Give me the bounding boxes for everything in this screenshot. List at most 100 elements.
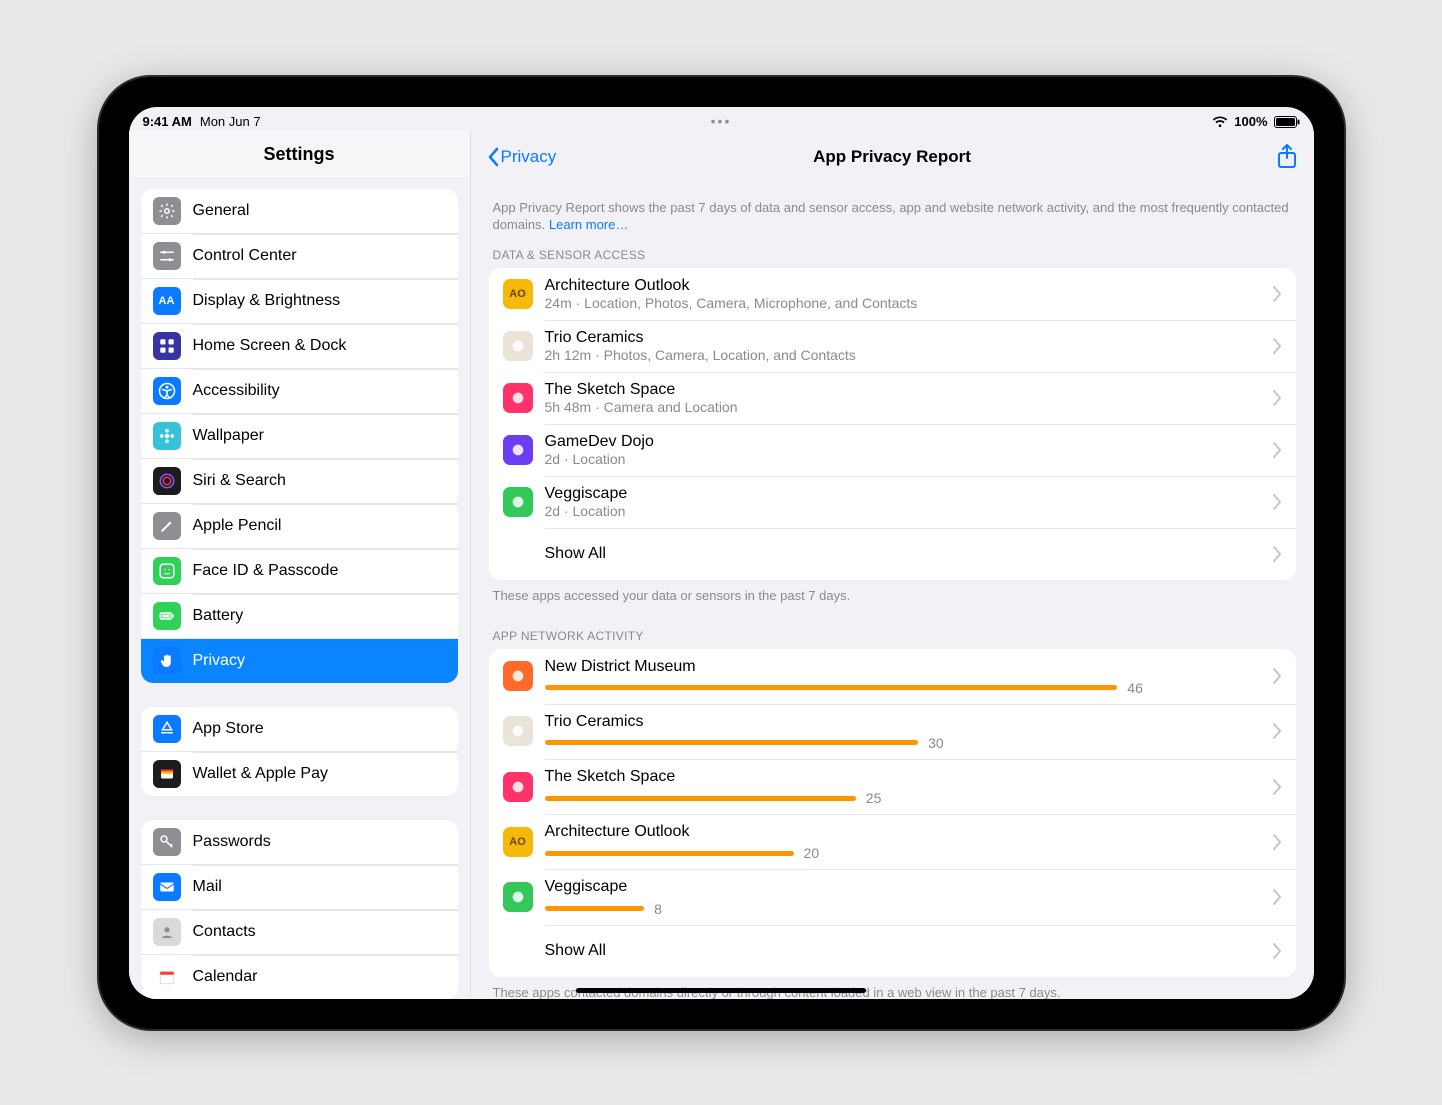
app-store-icon — [153, 715, 181, 743]
app-icon — [503, 487, 533, 517]
sidebar-item-label: Control Center — [193, 247, 446, 265]
activity-value: 25 — [866, 790, 882, 806]
sidebar-item-contacts[interactable]: Contacts — [141, 909, 458, 954]
data-sensor-row[interactable]: The Sketch Space5h 48m · Camera and Loca… — [489, 372, 1296, 424]
multitask-dots-icon[interactable]: ••• — [711, 113, 732, 129]
learn-more-link[interactable]: Learn more… — [549, 217, 628, 232]
sidebar-item-app-store[interactable]: App Store — [141, 707, 458, 751]
sidebar-item-mail[interactable]: Mail — [141, 864, 458, 909]
sidebar-title: Settings — [129, 131, 470, 179]
activity-bar — [545, 906, 645, 911]
detail-pane: Privacy App Privacy Report App Privacy R… — [471, 131, 1314, 999]
chevron-right-icon — [1273, 338, 1282, 354]
app-icon — [503, 882, 533, 912]
privacy-icon — [153, 647, 181, 675]
sidebar-item-control-center[interactable]: Control Center — [141, 233, 458, 278]
calendar-icon — [153, 963, 181, 991]
app-sub: 5h 48m · Camera and Location — [545, 399, 1261, 416]
show-all-app-network[interactable]: Show All — [489, 925, 1296, 977]
data-sensor-row[interactable]: Veggiscape2d · Location — [489, 476, 1296, 528]
sidebar-item-pencil[interactable]: Apple Pencil — [141, 503, 458, 548]
control-center-icon — [153, 242, 181, 270]
section-header-data-sensor: DATA & SENSOR ACCESS — [493, 248, 1292, 262]
app-network-row[interactable]: The Sketch Space25 — [489, 759, 1296, 814]
sidebar-item-privacy[interactable]: Privacy — [141, 638, 458, 683]
home-screen-icon — [153, 332, 181, 360]
app-network-row[interactable]: Veggiscape 8 — [489, 869, 1296, 924]
sidebar-item-calendar[interactable]: Calendar — [141, 954, 458, 999]
app-name: Veggiscape — [545, 877, 1261, 896]
sidebar-item-battery[interactable]: Battery — [141, 593, 458, 638]
sidebar-item-home-screen[interactable]: Home Screen & Dock — [141, 323, 458, 368]
app-name: Architecture Outlook — [545, 276, 1261, 295]
app-network-row[interactable]: Trio Ceramics30 — [489, 704, 1296, 759]
chevron-right-icon — [1273, 889, 1282, 905]
chevron-right-icon — [1273, 943, 1282, 959]
app-network-row[interactable]: AOArchitecture Outlook20 — [489, 814, 1296, 869]
settings-sidebar: Settings General Control Center AADisplay … — [129, 131, 471, 999]
chevron-right-icon — [1273, 668, 1282, 684]
wifi-icon — [1212, 116, 1228, 128]
activity-bar — [545, 740, 919, 745]
battery-icon — [153, 602, 181, 630]
activity-value: 8 — [654, 901, 662, 917]
share-icon — [1276, 144, 1298, 170]
show-all-data-sensor[interactable]: Show All — [489, 528, 1296, 580]
passwords-icon — [153, 828, 181, 856]
sidebar-item-faceid[interactable]: Face ID & Passcode — [141, 548, 458, 593]
sidebar-scroll[interactable]: General Control Center AADisplay & Brightn… — [129, 179, 470, 999]
app-name: Trio Ceramics — [545, 328, 1261, 347]
app-icon: AO — [503, 827, 533, 857]
chevron-right-icon — [1273, 546, 1282, 562]
app-sub: 2d · Location — [545, 503, 1261, 520]
share-button[interactable] — [1276, 144, 1298, 170]
activity-bar — [545, 685, 1118, 690]
sidebar-item-label: Contacts — [193, 923, 446, 941]
general-icon — [153, 197, 181, 225]
activity-bar — [545, 796, 856, 801]
app-name: Architecture Outlook — [545, 822, 1261, 841]
app-network-row[interactable]: New District Museum46 — [489, 649, 1296, 704]
sidebar-item-general[interactable]: General — [141, 189, 458, 233]
app-sub: 2d · Location — [545, 451, 1261, 468]
accessibility-icon — [153, 377, 181, 405]
app-name: Trio Ceramics — [545, 712, 1261, 731]
sidebar-item-accessibility[interactable]: Accessibility — [141, 368, 458, 413]
section-header-app-network: APP NETWORK ACTIVITY — [493, 629, 1292, 643]
sidebar-item-siri[interactable]: Siri & Search — [141, 458, 458, 503]
app-name: New District Museum — [545, 657, 1261, 676]
app-icon — [503, 716, 533, 746]
data-sensor-row[interactable]: AO Architecture Outlook24m · Location, Ph… — [489, 268, 1296, 320]
sidebar-item-passwords[interactable]: Passwords — [141, 820, 458, 864]
data-sensor-row[interactable]: GameDev Dojo2d · Location — [489, 424, 1296, 476]
detail-scroll[interactable]: App Privacy Report shows the past 7 days… — [471, 183, 1314, 999]
app-sub: 24m · Location, Photos, Camera, Micropho… — [545, 295, 1261, 312]
app-icon — [503, 772, 533, 802]
chevron-right-icon — [1273, 834, 1282, 850]
sidebar-item-label: Battery — [193, 607, 446, 625]
back-label: Privacy — [501, 147, 557, 167]
sidebar-item-label: Wallpaper — [193, 427, 446, 445]
sidebar-item-display[interactable]: AADisplay & Brightness — [141, 278, 458, 323]
activity-bar — [545, 851, 794, 856]
app-icon — [503, 383, 533, 413]
back-button[interactable]: Privacy — [487, 147, 557, 167]
app-name: GameDev Dojo — [545, 432, 1261, 451]
display-icon: AA — [153, 287, 181, 315]
chevron-right-icon — [1273, 390, 1282, 406]
chevron-right-icon — [1273, 723, 1282, 739]
app-network-card: New District Museum46Trio Ceramics30The … — [489, 649, 1296, 977]
app-icon: AO — [503, 279, 533, 309]
sidebar-item-label: Passwords — [193, 833, 446, 851]
wallet-icon — [153, 760, 181, 788]
contacts-icon — [153, 918, 181, 946]
sidebar-item-wallet[interactable]: Wallet & Apple Pay — [141, 751, 458, 796]
show-all-label: Show All — [545, 544, 1261, 563]
home-indicator[interactable] — [576, 988, 866, 993]
app-icon — [503, 331, 533, 361]
sidebar-item-wallpaper[interactable]: Wallpaper — [141, 413, 458, 458]
data-sensor-row[interactable]: Trio Ceramics2h 12m · Photos, Camera, Lo… — [489, 320, 1296, 372]
pencil-icon — [153, 512, 181, 540]
chevron-right-icon — [1273, 779, 1282, 795]
sidebar-item-label: Mail — [193, 878, 446, 896]
